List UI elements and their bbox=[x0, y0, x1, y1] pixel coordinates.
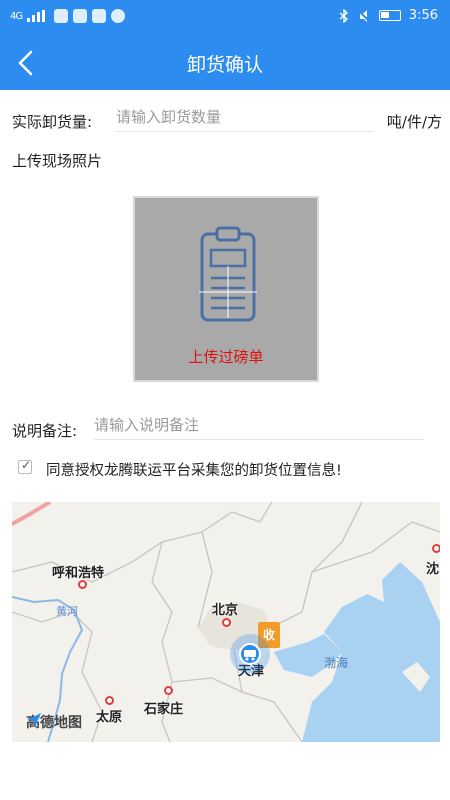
location-consent-row[interactable]: ✓ 同意授权龙腾联运平台采集您的卸货位置信息! bbox=[18, 458, 438, 482]
page-title: 卸货确认 bbox=[186, 54, 263, 76]
upload-weigh-slip-button[interactable]: 上传过磅单 bbox=[133, 196, 319, 382]
city-marker-icon bbox=[78, 580, 87, 589]
bluetooth-icon bbox=[339, 8, 348, 23]
unload-quantity-label: 实际卸货量: bbox=[12, 113, 93, 131]
map-city-label: 呼和浩特 bbox=[52, 566, 105, 581]
location-map[interactable]: 呼和浩特 黄河 北京 天津 渤海 太原 石家庄 沈 收 高德地图 bbox=[12, 502, 440, 742]
weigh-slip-icon bbox=[199, 226, 257, 322]
truck-glyph-icon bbox=[244, 650, 256, 661]
upload-weigh-slip-label: 上传过磅单 bbox=[188, 348, 264, 366]
unload-quantity-row: 实际卸货量: 吨/件/方 bbox=[12, 100, 442, 136]
city-marker-icon bbox=[432, 544, 440, 553]
remark-label: 说明备注: bbox=[12, 422, 78, 440]
current-location-marker[interactable] bbox=[230, 634, 270, 674]
nav-bar: 卸货确认 bbox=[0, 34, 450, 90]
signal-indicator: 4G bbox=[10, 10, 23, 22]
map-river-label: 黄河 bbox=[56, 605, 78, 618]
notification-app-icon bbox=[92, 9, 107, 23]
map-city-label: 沈 bbox=[426, 562, 440, 577]
map-city-label: 北京 bbox=[212, 603, 239, 618]
unit-label: 吨/件/方 bbox=[386, 113, 442, 131]
map-city-label: 太原 bbox=[96, 710, 123, 725]
message-icon bbox=[111, 9, 126, 23]
city-marker-icon bbox=[105, 696, 114, 705]
notification-app-icon bbox=[73, 9, 88, 23]
remark-row: 说明备注: bbox=[12, 408, 432, 444]
map-sea-label: 渤海 bbox=[324, 656, 349, 670]
status-time: 3:56 bbox=[408, 8, 438, 23]
checkmark-icon: ✓ bbox=[21, 458, 32, 472]
map-city-label: 石家庄 bbox=[144, 702, 184, 717]
map-provider-logo: 高德地图 bbox=[26, 712, 82, 732]
mute-icon bbox=[357, 8, 371, 23]
amap-logo-icon bbox=[27, 713, 41, 727]
upload-photo-title: 上传现场照片 bbox=[12, 152, 103, 170]
notification-app-icon bbox=[54, 9, 69, 23]
signal-bars-icon bbox=[27, 10, 46, 22]
truck-icon bbox=[239, 643, 261, 665]
location-consent-text: 同意授权龙腾联运平台采集您的卸货位置信息! bbox=[46, 463, 342, 479]
city-marker-icon bbox=[222, 618, 231, 627]
status-bar: 4G 3:56 bbox=[0, 0, 450, 34]
location-consent-checkbox[interactable]: ✓ bbox=[18, 458, 32, 474]
remark-input[interactable] bbox=[94, 410, 424, 440]
battery-icon bbox=[378, 10, 401, 21]
unload-quantity-input[interactable] bbox=[116, 102, 374, 132]
city-marker-icon bbox=[164, 686, 173, 695]
